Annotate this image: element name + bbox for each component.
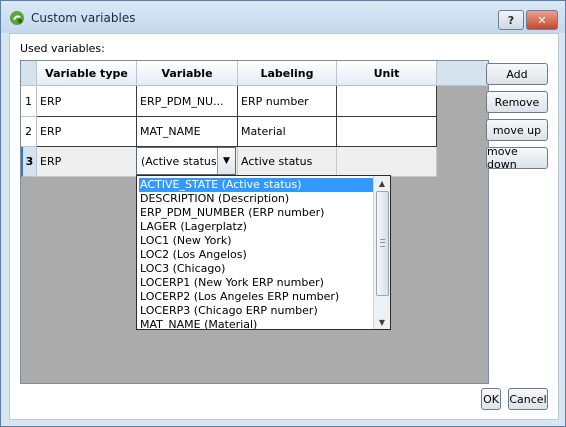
variable-dropdown-list[interactable]: ACTIVE_STATE (Active status) DESCRIPTION… — [136, 175, 391, 330]
cell-unit[interactable] — [337, 86, 437, 117]
scroll-down-arrow-icon[interactable]: ▼ — [374, 315, 390, 329]
move-down-button[interactable]: move down — [486, 145, 548, 171]
cell-unit[interactable] — [337, 117, 437, 147]
scroll-up-arrow-icon[interactable]: ▲ — [374, 176, 390, 190]
row-number[interactable]: 3 — [21, 147, 37, 177]
cancel-button[interactable]: Cancel — [508, 388, 548, 410]
ok-button[interactable]: OK — [481, 388, 501, 410]
grip-icon — [380, 239, 385, 247]
dialog-window: Custom variables ? ✕ Used variables: Var… — [0, 0, 566, 427]
dropdown-arrow-icon[interactable]: ▼ — [217, 148, 235, 174]
app-icon — [10, 11, 24, 25]
cell-variable-type[interactable]: ERP — [37, 86, 137, 117]
move-up-button[interactable]: move up — [486, 119, 548, 141]
row-number[interactable]: 2 — [21, 117, 37, 147]
used-variables-label: Used variables: — [20, 42, 105, 55]
cell-variable[interactable]: ERP_PDM_NU... — [137, 86, 238, 117]
header-filler — [437, 61, 488, 86]
scroll-thumb[interactable] — [376, 191, 389, 296]
cell-variable-type[interactable]: ERP — [37, 117, 137, 147]
dropdown-option[interactable]: MAT_NAME (Material) — [139, 318, 257, 329]
combo-selected-value: (Active status) — [141, 155, 221, 168]
dropdown-option[interactable]: LOC3 (Chicago) — [139, 262, 225, 276]
cell-variable[interactable]: MAT_NAME — [137, 117, 238, 147]
add-button[interactable]: Add — [486, 63, 548, 85]
cell-unit[interactable] — [337, 147, 437, 177]
column-header-labeling[interactable]: Labeling — [238, 61, 337, 86]
cell-variable-type[interactable]: ERP — [37, 147, 137, 177]
cell-labeling[interactable]: Active status — [238, 147, 337, 177]
column-header-unit[interactable]: Unit — [337, 61, 437, 86]
dropdown-option[interactable]: LOCERP2 (Los Angeles ERP number) — [139, 290, 339, 304]
dropdown-option[interactable]: DESCRIPTION (Description) — [139, 192, 289, 206]
dropdown-option[interactable]: LOC1 (New York) — [139, 234, 232, 248]
column-header-variable-type[interactable]: Variable type — [37, 61, 137, 86]
cell-labeling[interactable]: ERP number — [238, 86, 337, 117]
dropdown-option[interactable]: ERP_PDM_NUMBER (ERP number) — [139, 206, 324, 220]
title-bar[interactable]: Custom variables ? ✕ — [1, 1, 565, 33]
dropdown-scrollbar[interactable]: ▲ ▼ — [373, 176, 390, 329]
dropdown-option[interactable]: ACTIVE_STATE (Active status) — [139, 178, 373, 192]
dropdown-option[interactable]: LOC2 (Los Angelos) — [139, 248, 247, 262]
corner-header — [21, 61, 37, 86]
close-button[interactable]: ✕ — [526, 10, 558, 30]
cell-labeling[interactable]: Material — [238, 117, 337, 147]
dialog-body: Used variables: Variable type Variable L… — [9, 33, 559, 420]
help-button[interactable]: ? — [498, 10, 524, 30]
window-title: Custom variables — [31, 11, 136, 25]
dropdown-option[interactable]: LOCERP1 (New York ERP number) — [139, 276, 324, 290]
dropdown-option[interactable]: LOCERP3 (Chicago ERP number) — [139, 304, 318, 318]
remove-button[interactable]: Remove — [486, 91, 548, 113]
row-number[interactable]: 1 — [21, 86, 37, 117]
column-header-variable[interactable]: Variable — [137, 61, 238, 86]
variable-combo-box[interactable]: (Active status) ▼ — [136, 147, 236, 175]
dropdown-option[interactable]: LAGER (Lagerplatz) — [139, 220, 247, 234]
